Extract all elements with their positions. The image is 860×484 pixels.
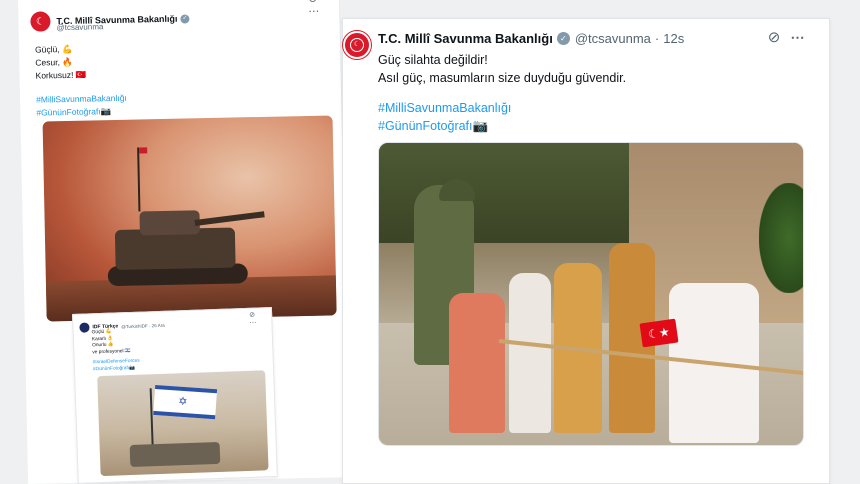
inset-tweet-line: ve profesyonel 🇮🇱	[92, 348, 131, 355]
more-options-icon[interactable]: ⋯	[789, 29, 807, 47]
tank-photo[interactable]	[42, 115, 337, 322]
soldier-children-photo[interactable]: ☾★	[378, 142, 804, 446]
inset-account-handle[interactable]: @TurkishIDF · 26 Ara	[121, 322, 165, 329]
israel-flag-image: ✡	[153, 384, 218, 420]
tank-silhouette	[129, 441, 221, 468]
left-tweet-line: Korkusuz! 🇹🇷	[35, 69, 87, 81]
tweet-timestamp[interactable]: 12s	[663, 31, 684, 46]
right-tweet-hashtags: #MilliSavunmaBakanlığı #GününFotoğrafı📷	[378, 99, 511, 135]
inset-tweet-hashtags: #IsraelDefenseForces #GününFotoğrafı📷	[93, 359, 140, 374]
right-tweet-line: Güç silahta değildir!	[378, 53, 488, 67]
verified-badge-icon: ✓	[556, 32, 570, 45]
child-figure	[509, 273, 551, 433]
verified-badge-icon: ✓	[180, 13, 190, 24]
left-tweet-hashtags: #MilliSavunmaBakanlığı #GününFotoğrafı📷	[36, 92, 127, 120]
hashtag-link[interactable]: #GününFotoğrafı📷	[378, 117, 511, 135]
left-tweet-text: Güçlü, 💪 Cesur, 🔥 Korkusuz! 🇹🇷	[35, 43, 87, 83]
hashtag-link[interactable]: #GününFotoğrafı📷	[36, 105, 127, 120]
hashtag-link[interactable]: #MilliSavunmaBakanlığı	[36, 92, 127, 107]
hashtag-link[interactable]: #MilliSavunmaBakanlığı	[378, 99, 511, 117]
grok-icon[interactable]: ⊘	[765, 29, 783, 47]
hashtag-link[interactable]: #GününFotoğrafı📷	[93, 365, 140, 373]
ministry-logo-avatar[interactable]: ☾	[30, 11, 51, 32]
right-account-handle[interactable]: @tcsavunma	[575, 31, 651, 46]
tank-gun	[194, 211, 265, 226]
tank-flag	[137, 147, 141, 212]
left-tweet-actions-icon[interactable]: ⊘ ⋯	[308, 0, 340, 18]
screenshot-canvas: ☾ T.C. Millî Savunma Bakanlığı ✓ @tcsavu…	[0, 0, 860, 484]
right-tweet-text: Güç silahta değildir! Asıl güç, masumlar…	[378, 51, 626, 87]
idf-avatar[interactable]	[79, 322, 90, 333]
right-account-name[interactable]: T.C. Millî Savunma Bakanlığı	[378, 31, 553, 46]
inset-tweet-actions-icon[interactable]: ⊘ ⋯	[249, 310, 272, 327]
right-tweet-card: ☾ T.C. Millî Savunma Bakanlığı ✓ @tcsavu…	[342, 18, 830, 484]
flag-pole	[149, 388, 154, 449]
left-tweet-line: Cesur, 🔥	[35, 56, 73, 68]
turkish-flag-image: ☾★	[639, 318, 679, 348]
star-of-david-icon: ✡	[177, 395, 188, 409]
left-tweet-line: Güçlü, 💪	[34, 43, 73, 55]
right-tweet-header: T.C. Millî Savunma Bakanlığı ✓ @tcsavunm…	[378, 31, 684, 46]
left-tweet-header: ☾ T.C. Millî Savunma Bakanlığı ✓	[30, 8, 190, 32]
tree	[759, 183, 803, 293]
ministry-logo-avatar[interactable]: ☾	[343, 31, 371, 59]
child-figure	[449, 293, 505, 433]
inset-tweet-card: IDF Türkçe @TurkishIDF · 26 Ara ⊘ ⋯ Güçl…	[72, 307, 278, 484]
header-separator: ·	[654, 31, 660, 46]
left-account-handle[interactable]: @tcsavunma	[56, 22, 103, 32]
tank-turret	[139, 210, 200, 236]
inset-tweet-text: Güçlü 💪 Kararlı 👌 Onurlu 👍 ve profesyone…	[92, 329, 131, 356]
right-tweet-line: Asıl güç, masumların size duyduğu güvend…	[378, 71, 627, 85]
flag-tank-photo[interactable]: ✡	[97, 370, 269, 477]
crescent-star-icon: ☾	[350, 38, 364, 52]
